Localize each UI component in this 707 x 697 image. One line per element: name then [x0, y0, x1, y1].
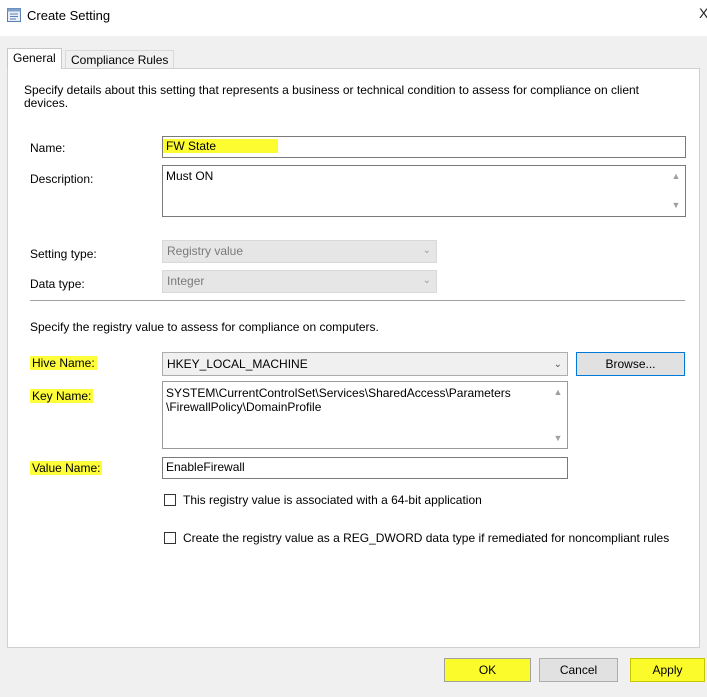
description-label: Description:: [30, 172, 94, 186]
tab-compliance-rules[interactable]: Compliance Rules: [65, 50, 175, 69]
data-type-value: Integer: [167, 274, 205, 288]
key-name-scrollbar[interactable]: ▲ ▼: [550, 383, 566, 447]
setting-type-label: Setting type:: [30, 247, 97, 261]
dialog-icon: [7, 8, 21, 22]
data-type-select: Integer ⌄: [162, 270, 437, 293]
checkbox-reg-dword[interactable]: [164, 532, 176, 544]
value-name-label-text: Value Name:: [30, 461, 103, 475]
separator: [30, 300, 685, 301]
chevron-up-icon[interactable]: ▲: [668, 169, 684, 184]
key-name-line-1: SYSTEM\CurrentControlSet\Services\Shared…: [166, 386, 511, 400]
registry-intro-text: Specify the registry value to assess for…: [30, 320, 379, 334]
description-scrollbar[interactable]: ▲ ▼: [668, 167, 684, 215]
apply-button[interactable]: Apply: [630, 658, 705, 682]
value-name-field[interactable]: EnableFirewall: [162, 457, 568, 479]
hive-name-select[interactable]: HKEY_LOCAL_MACHINE ⌄: [162, 352, 568, 376]
close-icon[interactable]: X: [699, 5, 707, 21]
ok-button[interactable]: OK: [444, 658, 531, 682]
chevron-down-icon: ⌄: [422, 275, 431, 286]
name-value: FW State: [163, 139, 279, 153]
name-label: Name:: [30, 141, 66, 155]
setting-type-value: Registry value: [167, 244, 244, 258]
cancel-button[interactable]: Cancel: [539, 658, 618, 682]
name-field[interactable]: FW State: [162, 136, 686, 158]
value-name-value: EnableFirewall: [166, 460, 245, 474]
key-name-line-2: \FirewallPolicy\DomainProfile: [166, 400, 322, 414]
setting-type-select: Registry value ⌄: [162, 240, 437, 263]
hive-name-label: Hive Name:: [30, 356, 97, 370]
chevron-down-icon[interactable]: ▼: [668, 198, 684, 213]
chevron-down-icon[interactable]: ▼: [550, 431, 566, 445]
hive-name-label-text: Hive Name:: [30, 356, 97, 370]
chevron-down-icon[interactable]: ⌄: [554, 354, 562, 376]
checkbox-64bit[interactable]: [164, 494, 176, 506]
browse-button[interactable]: Browse...: [576, 352, 685, 376]
hive-name-value: HKEY_LOCAL_MACHINE: [167, 357, 308, 371]
value-name-label: Value Name:: [30, 461, 103, 475]
key-name-label: Key Name:: [30, 389, 94, 403]
chevron-down-icon: ⌄: [422, 245, 431, 256]
chevron-up-icon[interactable]: ▲: [550, 385, 566, 399]
key-name-field[interactable]: SYSTEM\CurrentControlSet\Services\Shared…: [162, 381, 568, 449]
key-name-label-text: Key Name:: [30, 389, 94, 403]
general-intro-text: Specify details about this setting that …: [24, 83, 640, 110]
data-type-label: Data type:: [30, 277, 85, 291]
window-title: Create Setting: [27, 8, 111, 23]
checkbox-64bit-label[interactable]: This registry value is associated with a…: [183, 493, 482, 507]
tab-general[interactable]: General: [7, 48, 62, 69]
description-field[interactable]: Must ON ▲ ▼: [162, 165, 686, 217]
description-value: Must ON: [166, 169, 214, 183]
checkbox-reg-dword-label[interactable]: Create the registry value as a REG_DWORD…: [183, 531, 669, 545]
